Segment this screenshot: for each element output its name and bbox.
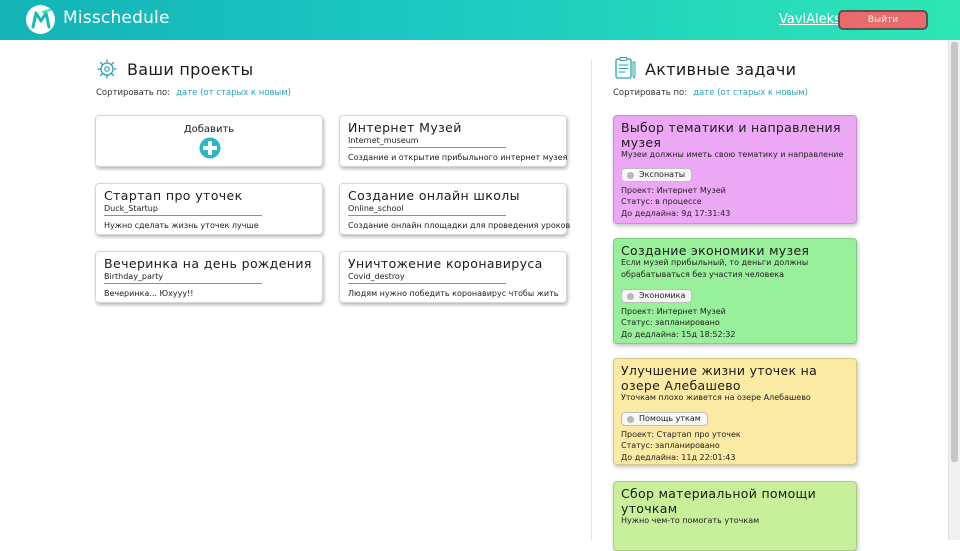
task-card[interactable]: Сбор материальной помощи уточкам Нужно ч… — [613, 481, 857, 551]
project-code: Duck_Startup — [104, 204, 158, 213]
task-meta: Проект: Стартап про уточек Статус: запла… — [621, 429, 741, 463]
task-description: Если музей прибыльный, то деньги должны … — [621, 258, 809, 279]
task-deadline: До дедлайна: 15д 18:52:32 — [621, 329, 736, 339]
project-card[interactable]: Вечеринка на день рождения Birthday_part… — [95, 251, 323, 303]
projects-gear-icon — [97, 59, 117, 79]
page-scrollbar[interactable] — [948, 40, 960, 540]
project-title: Стартап про уточек — [104, 188, 243, 203]
tasks-clipboard-icon — [615, 56, 636, 80]
task-status: Статус: запланировано — [621, 441, 720, 451]
project-card[interactable]: Интернет Музей Internet_museum Создание … — [339, 115, 567, 167]
tag-dot-icon — [627, 416, 634, 423]
add-project-card[interactable]: Добавить — [95, 115, 323, 167]
task-tag[interactable]: Экономика — [621, 289, 693, 303]
project-card[interactable]: Уничтожение коронавируса Covid_destroy Л… — [339, 251, 567, 303]
project-divider — [104, 283, 262, 284]
app-name: Misschedule — [63, 8, 170, 28]
task-title: Создание экономики музея — [621, 243, 810, 258]
task-description: Нужно чем-то помогать уточкам — [621, 516, 760, 525]
task-tag[interactable]: Помощь уткам — [621, 412, 708, 426]
projects-sort-label: Сортировать по: — [96, 88, 171, 98]
project-code: Covid_destroy — [348, 272, 405, 281]
task-status: Статус: в процессе — [621, 197, 702, 207]
logout-button[interactable]: Выйти — [838, 10, 928, 30]
project-description: Создание онлайн площадки для проведения … — [348, 221, 571, 230]
task-tag-label: Экономика — [639, 291, 686, 300]
tasks-sort-label: Сортировать по: — [613, 88, 688, 98]
task-description: Уточкам плохо живется на озере Алебашево — [621, 393, 811, 402]
logo-m-icon — [31, 8, 51, 28]
task-tag-label: Помощь уткам — [639, 414, 701, 423]
scrollbar-thumb[interactable] — [951, 42, 958, 462]
app-logo[interactable] — [26, 5, 55, 34]
project-description: Нужно сделать жизнь уточек лучше — [104, 221, 259, 230]
task-description: Музеи должны иметь свою тематику и напра… — [621, 150, 844, 159]
project-title: Вечеринка на день рождения — [104, 256, 312, 271]
project-description: Вечеринка... Юхууу!! — [104, 289, 194, 298]
task-meta: Проект: Интернет Музей Статус: запланиро… — [621, 306, 735, 340]
task-card[interactable]: Создание экономики музея Если музей приб… — [613, 238, 857, 344]
project-card[interactable]: Создание онлайн школы Online_school Созд… — [339, 183, 571, 235]
project-code: Birthday_party — [104, 272, 164, 281]
task-project: Проект: Интернет Музей — [621, 307, 726, 316]
projects-title: Ваши проекты — [127, 60, 254, 79]
project-description: Людям нужно победить коронавирус чтобы ж… — [348, 289, 559, 298]
project-card[interactable]: Стартап про уточек Duck_Startup Нужно сд… — [95, 183, 323, 235]
task-title: Выбор тематики и направления музея — [621, 120, 841, 150]
project-code: Internet_museum — [348, 136, 419, 145]
projects-sort-dropdown[interactable]: дате (от старых к новым) — [176, 88, 291, 98]
tag-dot-icon — [627, 172, 634, 179]
project-divider — [348, 283, 506, 284]
task-card[interactable]: Выбор тематики и направления музея Музеи… — [613, 115, 857, 224]
project-title: Создание онлайн школы — [348, 188, 520, 203]
project-description: Создание и открытие прибыльного интернет… — [348, 153, 568, 162]
tasks-sort: Сортировать по: дате (от старых к новым) — [613, 88, 808, 98]
task-meta: Проект: Интернет Музей Статус: в процесс… — [621, 185, 730, 219]
project-divider — [348, 215, 506, 216]
projects-sort: Сортировать по: дате (от старых к новым) — [96, 88, 291, 98]
tasks-title: Активные задачи — [645, 60, 797, 79]
plus-circle-icon[interactable] — [199, 137, 221, 159]
task-status: Статус: запланировано — [621, 318, 720, 328]
project-title: Интернет Музей — [348, 120, 462, 135]
task-project: Проект: Интернет Музей — [621, 186, 726, 195]
task-project: Проект: Стартап про уточек — [621, 430, 741, 439]
tag-dot-icon — [627, 293, 634, 300]
add-project-label: Добавить — [183, 124, 235, 135]
task-title: Улучшение жизни уточек на озере Алебашев… — [621, 363, 818, 393]
project-title: Уничтожение коронавируса — [348, 256, 543, 271]
tasks-sort-dropdown[interactable]: дате (от старых к новым) — [693, 88, 808, 98]
project-divider — [104, 215, 262, 216]
top-bar: Misschedule VavlAleks Выйти — [0, 0, 960, 40]
task-tag[interactable]: Экспонаты — [621, 168, 693, 182]
user-profile-link[interactable]: VavlAleks — [779, 12, 841, 27]
project-code: Online_school — [348, 204, 404, 213]
project-divider — [348, 147, 506, 148]
task-deadline: До дедлайна: 11д 22:01:43 — [621, 452, 736, 462]
task-deadline: До дедлайна: 9д 17:31:43 — [621, 208, 731, 218]
task-tag-label: Экспонаты — [639, 170, 686, 179]
section-divider — [591, 60, 592, 540]
task-title: Сбор материальной помощи уточкам — [621, 486, 817, 516]
task-card[interactable]: Улучшение жизни уточек на озере Алебашев… — [613, 358, 857, 465]
